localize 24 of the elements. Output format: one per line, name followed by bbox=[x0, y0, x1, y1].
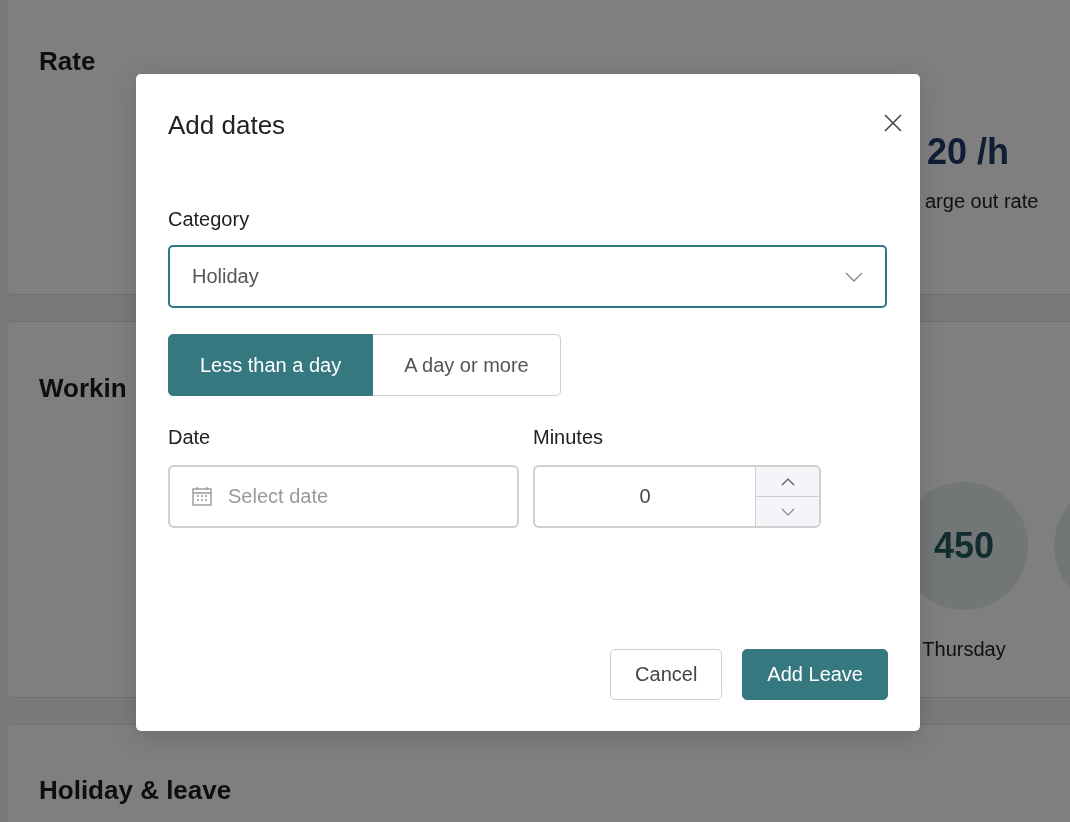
chevron-down-icon bbox=[845, 271, 863, 282]
decrement-button[interactable] bbox=[756, 496, 819, 526]
card-title: Rate bbox=[39, 48, 96, 78]
card-title: Holiday & leave bbox=[39, 777, 232, 807]
chevron-down-icon bbox=[780, 507, 795, 516]
cancel-button[interactable]: Cancel bbox=[610, 649, 723, 700]
duration-tab[interactable]: A day or more bbox=[373, 334, 561, 396]
close-icon bbox=[884, 114, 902, 132]
date-field[interactable]: Select date bbox=[168, 465, 519, 528]
dialog-title: Add dates bbox=[168, 109, 286, 141]
card-title: Workin bbox=[39, 375, 127, 405]
chevron-up-icon bbox=[780, 477, 795, 486]
field-label: Category bbox=[168, 208, 251, 231]
field-label: Minutes bbox=[533, 426, 605, 449]
rate-caption: arge out rate bbox=[925, 190, 1039, 213]
field-label: Date bbox=[168, 426, 212, 449]
rate-amount: 20 /h bbox=[927, 134, 1010, 170]
day-value: 450 bbox=[933, 525, 995, 567]
day-label: Thursday bbox=[922, 638, 1006, 661]
minutes-field[interactable]: 0 bbox=[533, 465, 755, 528]
increment-button[interactable] bbox=[756, 467, 819, 496]
duration-tab[interactable]: Less than a day bbox=[168, 334, 374, 396]
add-leave-button[interactable]: Add Leave bbox=[742, 649, 888, 700]
category-select[interactable]: Holiday bbox=[168, 245, 887, 308]
